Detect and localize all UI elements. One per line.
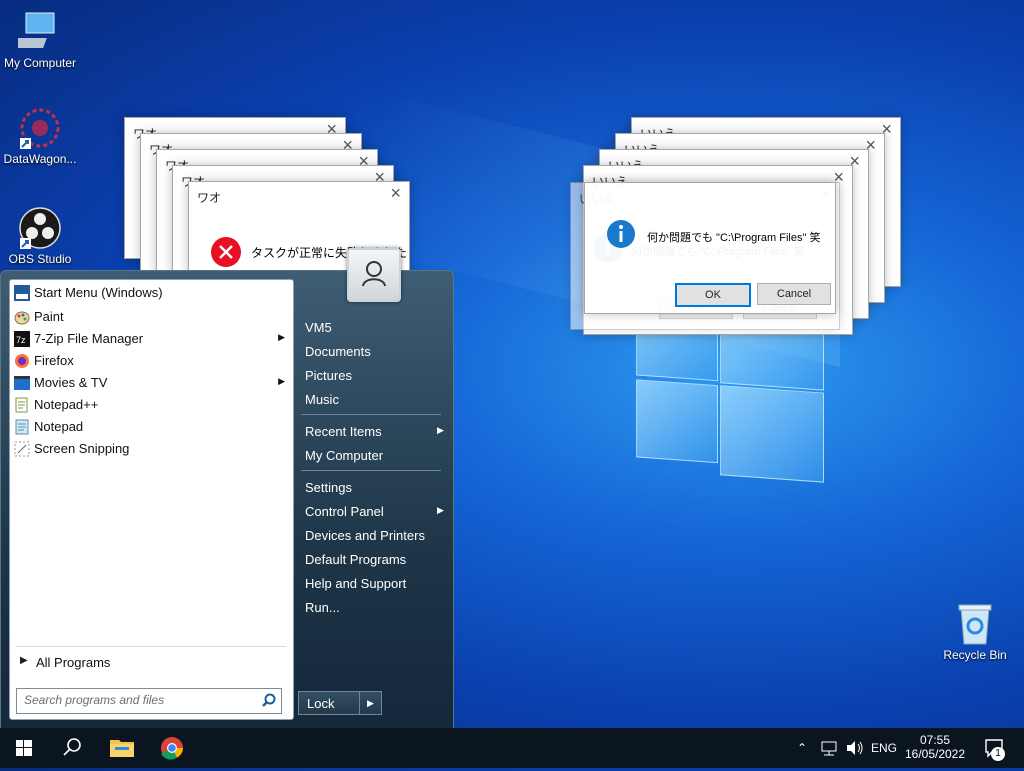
start-button[interactable] (0, 728, 48, 768)
user-icon (362, 261, 386, 287)
dialog-title: ワオ (197, 191, 222, 205)
close-icon[interactable]: × (390, 184, 401, 202)
volume-icon[interactable] (844, 728, 864, 768)
all-programs-label: All Programs (36, 655, 111, 670)
program-label: Notepad++ (34, 397, 99, 412)
menu-label: Control Panel (305, 504, 384, 519)
clock-date: 16/05/2022 (904, 747, 966, 761)
show-hidden-icons-icon[interactable]: ⌃ (797, 728, 807, 768)
datawagon-icon (18, 106, 62, 150)
clock-time: 07:55 (919, 733, 951, 747)
desktop-icon-my-computer[interactable]: My Computer (0, 10, 80, 70)
taskbar-file-explorer[interactable] (98, 728, 146, 768)
error-icon (211, 237, 241, 267)
submenu-arrow-icon: ▶ (437, 425, 444, 435)
arrow-right-icon: ▶ (367, 698, 374, 708)
program-screen-snipping[interactable]: Screen Snipping (10, 438, 293, 460)
chrome-icon (161, 737, 183, 760)
ok-button[interactable]: OK (675, 283, 751, 307)
desktop-icon-label: DataWagon... (3, 152, 77, 166)
search-button[interactable] (48, 728, 96, 768)
search-box[interactable]: Search programs and files (16, 688, 282, 714)
menu-item-documents[interactable]: Documents (305, 344, 371, 359)
program-label: Notepad (34, 419, 84, 434)
firefox-icon (15, 354, 29, 368)
menu-item-help[interactable]: Help and Support (305, 576, 406, 591)
desktop-icon-obs[interactable]: OBS Studio (0, 206, 80, 266)
menu-item-devices[interactable]: Devices and Printers (305, 528, 425, 543)
submenu-arrow-icon: ▶ (278, 376, 285, 386)
search-icon (63, 738, 81, 756)
menu-item-control-panel[interactable]: Control Panel ▶ (305, 504, 444, 519)
cancel-button[interactable]: Cancel (757, 283, 831, 305)
program-label: Firefox (34, 353, 74, 368)
lock-label: Lock (307, 696, 335, 711)
menu-item-run[interactable]: Run... (305, 600, 340, 615)
network-icon[interactable] (820, 728, 840, 768)
start-menu: Start Menu (Windows) Paint 7z 7-Zip File… (0, 248, 454, 730)
menu-item-recent-items[interactable]: Recent Items ▶ (305, 424, 444, 439)
desktop-icon-recycle-bin[interactable]: Recycle Bin (935, 602, 1015, 662)
program-paint[interactable]: Paint (10, 306, 293, 328)
taskbar-chrome[interactable] (148, 728, 196, 768)
program-label: Screen Snipping (34, 441, 130, 456)
menu-label: Recent Items (305, 424, 382, 439)
taskbar: ⌃ ENG 07:55 16/05/2022 1 (0, 728, 1024, 768)
separator (301, 414, 441, 415)
info-dialog-front[interactable]: 何か問題でも "C:\Program Files" 笑 OK Cancel (584, 182, 836, 314)
program-start-menu[interactable]: Start Menu (Windows) (10, 282, 293, 304)
action-center-button[interactable]: 1 (978, 728, 1018, 768)
desktop-icon-label: My Computer (3, 56, 77, 70)
lock-button[interactable]: Lock (298, 691, 360, 715)
desktop-icon-datawagon[interactable]: DataWagon... (0, 106, 80, 166)
notepadpp-icon (15, 397, 28, 413)
user-avatar[interactable] (347, 248, 401, 302)
recycle-bin-icon (953, 602, 997, 646)
expand-arrow-icon: ▶ (20, 655, 28, 666)
program-notepadpp[interactable]: Notepad++ (10, 394, 293, 416)
search-input[interactable]: Search programs and files (24, 693, 164, 707)
program-label: Paint (34, 309, 64, 324)
all-programs-separator (16, 646, 286, 647)
notepad-icon (15, 419, 29, 435)
lock-options-button[interactable]: ▶ (359, 691, 382, 715)
movies-icon (14, 376, 30, 390)
windows-logo-icon (16, 740, 32, 756)
clock[interactable]: 07:55 16/05/2022 (903, 728, 967, 768)
program-7zip[interactable]: 7z 7-Zip File Manager ▶ (10, 328, 293, 350)
search-icon[interactable] (261, 693, 276, 708)
svg-text:7z: 7z (16, 335, 26, 345)
menu-item-pictures[interactable]: Pictures (305, 368, 352, 383)
folder-icon (110, 740, 134, 757)
notification-badge: 1 (991, 747, 1005, 761)
menu-item-settings[interactable]: Settings (305, 480, 352, 495)
programs-pane: Start Menu (Windows) Paint 7z 7-Zip File… (9, 279, 294, 720)
7zip-icon: 7z (14, 331, 30, 347)
all-programs-button[interactable]: ▶ All Programs (18, 652, 278, 672)
program-label: 7-Zip File Manager (34, 331, 144, 346)
submenu-arrow-icon: ▶ (278, 332, 285, 342)
program-movies[interactable]: Movies & TV ▶ (10, 372, 293, 394)
paint-icon (14, 311, 30, 325)
info-icon (607, 220, 635, 248)
program-notepad[interactable]: Notepad (10, 416, 293, 438)
separator (301, 470, 441, 471)
info-message: 何か問題でも "C:\Program Files" 笑 (647, 232, 821, 244)
computer-icon (9, 10, 62, 54)
start-menu-icon (14, 285, 30, 301)
program-firefox[interactable]: Firefox (10, 350, 293, 372)
submenu-arrow-icon: ▶ (437, 505, 444, 515)
menu-item-default-programs[interactable]: Default Programs (305, 552, 406, 567)
desktop-icon-label: Recycle Bin (943, 648, 1007, 662)
language-indicator[interactable]: ENG (871, 728, 897, 768)
menu-item-user[interactable]: VM5 (305, 320, 332, 335)
program-label: Movies & TV (34, 375, 108, 390)
program-label: Start Menu (Windows) (34, 285, 163, 300)
desktop-icon-label: OBS Studio (8, 252, 72, 266)
obs-icon (18, 206, 62, 250)
menu-item-music[interactable]: Music (305, 392, 339, 407)
menu-item-my-computer[interactable]: My Computer (305, 448, 383, 463)
snipping-icon (14, 441, 30, 457)
